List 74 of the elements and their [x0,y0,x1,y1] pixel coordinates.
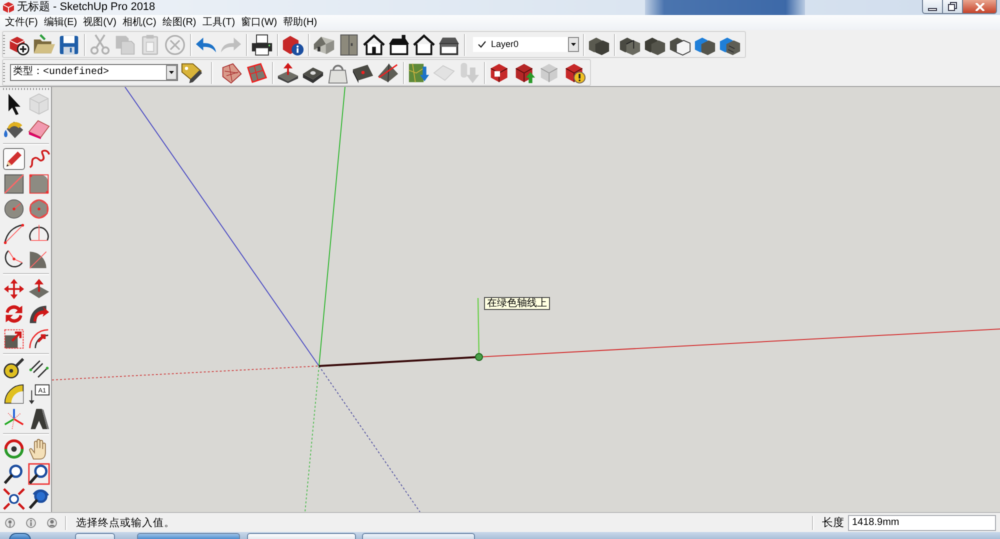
user-icon[interactable] [47,518,57,528]
pencil-icon[interactable] [3,148,25,170]
model-info-icon[interactable] [282,34,304,56]
push-pull-icon[interactable] [28,278,50,300]
orbit-icon[interactable] [3,438,25,460]
arc-icon[interactable] [3,223,25,245]
magnifier-curve-icon[interactable] [28,488,50,510]
info-icon[interactable] [26,518,36,528]
axes-icon[interactable] [3,408,25,430]
tooltip: 在绿色轴线上 [484,297,550,310]
folder-icon[interactable] [33,34,55,56]
caret-icon [166,65,177,80]
squiggle-icon[interactable] [28,148,50,170]
save-icon[interactable] [58,34,80,56]
grid-tile-icon[interactable] [246,62,268,84]
move-arrows-icon[interactable] [3,278,25,300]
minimize-button[interactable] [922,0,943,14]
scale-icon[interactable] [3,328,25,350]
window-title: 无标题 - SketchUp Pro 2018 [17,1,156,14]
printer-icon[interactable] [251,34,273,56]
protractor-icon[interactable] [3,383,25,405]
menu-item[interactable]: 视图(V) [83,16,116,29]
curved-arrow-icon[interactable] [28,303,50,325]
house-icon[interactable] [363,34,385,56]
magnifier-icon[interactable] [3,463,25,485]
close-button[interactable] [963,0,997,14]
taskbar-button[interactable] [247,533,356,539]
box-arrow-icon[interactable] [277,62,299,84]
menu-item[interactable]: 绘图(R) [162,16,196,29]
magnifier-frame-icon[interactable] [28,463,50,485]
menu-item[interactable]: 工具(T) [202,16,236,29]
status-message: 选择终点或输入值。 [76,516,175,530]
cube-up-arrow-icon[interactable] [514,62,536,84]
minimize-icon [928,8,937,10]
check-icon [478,41,486,48]
map-arrow-icon[interactable] [408,62,430,84]
location-icon[interactable] [5,518,15,528]
square-outline-icon[interactable] [28,173,50,195]
tag-pencil-icon[interactable] [181,62,203,84]
textured-tile-icon[interactable] [221,62,243,84]
tape-measure-icon[interactable] [3,358,25,380]
type-dropdown[interactable]: 类型：<undefined> [10,64,178,81]
start-button[interactable] [9,533,31,539]
taskbar-button[interactable] [362,533,475,539]
layer-dropdown[interactable]: Layer0 [473,37,579,52]
menu-item[interactable]: 相机(C) [122,16,156,29]
restore-icon [948,2,957,11]
arch-block-icon[interactable] [28,408,50,430]
menu-item[interactable]: 帮助(H) [283,16,318,29]
measurement-label: 长度 [822,516,844,530]
eraser-icon[interactable] [28,118,50,140]
magnifier-arrows-icon[interactable] [3,488,25,510]
pyramid-icon[interactable] [377,62,399,84]
menu-item[interactable]: 文件(F) [5,16,38,29]
offset-icon[interactable] [28,328,50,350]
house-outline-icon[interactable] [413,34,435,56]
dimension-icon[interactable] [28,358,50,380]
menu-item[interactable]: 编辑(E) [44,16,78,29]
polygon-icon[interactable] [28,198,50,220]
cube-warning-icon[interactable] [564,62,586,84]
endpoint-marker-icon [475,353,483,361]
menu-item[interactable]: 窗口(W) [241,16,278,29]
restore-button[interactable] [943,0,963,14]
split-box-icon[interactable] [338,34,360,56]
app-logo-icon [3,2,14,13]
rotate-icon[interactable] [3,303,25,325]
measurement-field[interactable]: 1418.9mm [848,514,996,530]
rectangle-icon[interactable] [3,173,25,195]
caret-icon [568,37,579,52]
taskbar-button[interactable] [75,533,115,539]
arc-points-icon[interactable] [3,248,25,270]
close-icon [974,2,984,10]
house-chimney-icon[interactable] [388,34,410,56]
circle-icon[interactable] [3,198,25,220]
